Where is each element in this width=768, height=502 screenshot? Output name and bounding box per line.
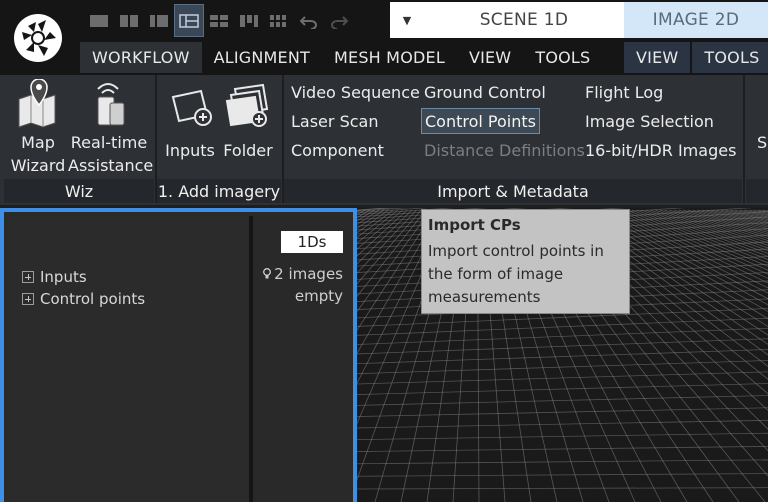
folder-button[interactable]: Folder — [220, 79, 276, 162]
tooltip: Import CPs Import control points in the … — [421, 209, 630, 314]
hdr-images-button[interactable]: 16-bit/HDR Images — [582, 138, 739, 164]
menu-tools[interactable]: TOOLS — [523, 42, 602, 73]
tooltip-line: Import control points in — [428, 242, 604, 260]
laser-scan-button[interactable]: Laser Scan — [288, 109, 381, 135]
menu-alignment[interactable]: ALIGNMENT — [202, 42, 322, 73]
tooltip-body: Import control points in the form of ima… — [428, 240, 623, 309]
app-logo-icon[interactable] — [12, 12, 64, 64]
image-menu: VIEW TOOLS — [624, 42, 768, 73]
ground-control-button[interactable]: Ground Control — [421, 80, 549, 106]
tab-dropdown-button[interactable]: ▼ — [390, 2, 424, 38]
group-label-overflow — [746, 179, 768, 203]
layout-2-icon[interactable] — [114, 4, 144, 37]
info-column: 1Ds 2 images empty — [253, 216, 353, 502]
menu-workflow[interactable]: WORKFLOW — [80, 42, 202, 73]
group-label-import-metadata: Import & Metadata — [284, 179, 742, 203]
chevron-down-icon: ▼ — [402, 13, 412, 27]
layout-toolbar — [84, 4, 354, 37]
tree-item-inputs[interactable]: Inputs — [22, 266, 87, 288]
image-selection-button[interactable]: Image Selection — [582, 109, 717, 135]
layout-3-icon[interactable] — [144, 4, 174, 37]
tooltip-line: measurements — [428, 288, 541, 306]
ribbon-separator — [743, 75, 745, 203]
folder-icon — [225, 83, 269, 127]
1ds-panel: Inputs Control points 1Ds 2 images empty — [0, 208, 357, 502]
layout-6-icon[interactable] — [234, 4, 264, 37]
realtime-assistance-button[interactable]: Real-time Assistance — [68, 79, 154, 177]
top-bar: ▼ SCENE 1D IMAGE 2D WORKFLOW ALIGNMENT M… — [0, 0, 768, 75]
map-wizard-button[interactable]: Map Wizard — [6, 79, 70, 177]
undo-icon[interactable] — [294, 4, 324, 37]
tree-item-label: Control points — [40, 290, 146, 308]
map-wizard-label-2: Wizard — [10, 156, 66, 175]
menu-view-2d[interactable]: VIEW — [624, 42, 691, 73]
map-wizard-icon — [18, 79, 56, 128]
layout-5-icon[interactable] — [204, 4, 234, 37]
menu-mesh-model[interactable]: MESH MODEL — [322, 42, 457, 73]
realtime-assistance-icon — [97, 83, 125, 126]
inputs-label: Inputs — [165, 141, 215, 160]
folder-label: Folder — [223, 141, 273, 160]
tab-image-2d[interactable]: IMAGE 2D — [624, 2, 768, 38]
tab-scene-1d[interactable]: SCENE 1D — [424, 2, 624, 38]
menu-view[interactable]: VIEW — [457, 42, 523, 73]
group-label-wiz: Wiz — [4, 179, 154, 203]
flight-log-button[interactable]: Flight Log — [582, 80, 666, 106]
layout-4-icon[interactable] — [174, 4, 204, 37]
realtime-label-1: Real-time — [70, 133, 148, 152]
project-tree: Inputs Control points — [8, 216, 249, 502]
redo-icon[interactable] — [324, 4, 354, 37]
group-label-add-imagery: 1. Add imagery — [157, 179, 281, 203]
ribbon: Map Wizard Real-time Assistance Wiz Inpu… — [0, 75, 768, 205]
expand-icon[interactable] — [22, 271, 34, 283]
tooltip-line: the form of image — [428, 265, 564, 283]
control-points-button[interactable]: Control Points — [421, 108, 540, 134]
bulb-icon — [263, 268, 272, 279]
menu-tools-2d[interactable]: TOOLS — [692, 42, 768, 73]
images-count-label: 2 images — [274, 265, 343, 283]
layout-7-icon[interactable] — [264, 4, 294, 37]
map-wizard-label-1: Map — [21, 133, 55, 152]
inputs-icon — [171, 89, 212, 126]
control-points-status: empty — [294, 287, 343, 305]
tree-item-control-points[interactable]: Control points — [22, 288, 145, 310]
inputs-button[interactable]: Inputs — [162, 79, 218, 162]
video-sequence-button[interactable]: Video Sequence — [288, 80, 423, 106]
tree-item-label: Inputs — [40, 268, 87, 286]
overflow-ribbon-button[interactable]: S — [754, 130, 768, 156]
tooltip-title: Import CPs — [428, 216, 521, 234]
distance-definitions-button[interactable]: Distance Definitions — [421, 138, 588, 164]
expand-icon[interactable] — [22, 293, 34, 305]
layout-1-icon[interactable] — [84, 4, 114, 37]
main-menu: WORKFLOW ALIGNMENT MESH MODEL VIEW TOOLS — [80, 42, 602, 73]
images-count: 2 images — [263, 265, 343, 283]
component-button[interactable]: Component — [288, 138, 387, 164]
view-badge: 1Ds — [281, 231, 343, 253]
realtime-label-2: Assistance — [68, 156, 154, 175]
